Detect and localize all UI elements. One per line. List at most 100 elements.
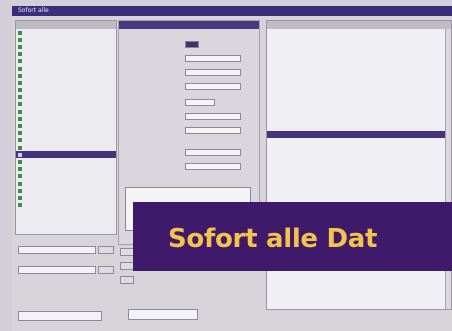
results-row[interactable] <box>267 138 451 145</box>
checkbox-icon[interactable] <box>18 102 22 107</box>
detail-field-3[interactable] <box>185 69 241 76</box>
record-list-item[interactable] <box>16 94 116 101</box>
detail-field-7[interactable] <box>185 127 241 134</box>
checkbox-icon[interactable] <box>18 37 22 42</box>
checkbox-icon[interactable] <box>18 44 22 49</box>
results-row[interactable] <box>267 109 451 116</box>
details-header <box>119 21 259 29</box>
checkbox-icon[interactable] <box>18 73 22 78</box>
results-row[interactable] <box>267 87 451 94</box>
sort-button[interactable] <box>98 266 114 274</box>
checkbox-icon[interactable] <box>18 159 22 164</box>
detail-field-5[interactable] <box>185 99 215 106</box>
filter-button[interactable] <box>98 246 114 254</box>
detail-field-4[interactable] <box>185 83 241 90</box>
checkbox-icon[interactable] <box>18 167 22 172</box>
results-row[interactable] <box>267 124 451 131</box>
record-list-item[interactable] <box>16 101 116 108</box>
record-list-item[interactable] <box>16 72 116 79</box>
action-button-1[interactable] <box>120 248 134 256</box>
record-list-item[interactable] <box>16 144 116 151</box>
results-row[interactable] <box>267 29 451 36</box>
record-list-item[interactable] <box>16 108 116 115</box>
record-list-item[interactable] <box>16 202 116 209</box>
checkbox-icon[interactable] <box>18 145 22 150</box>
record-list-item[interactable] <box>16 43 116 50</box>
action-button-3[interactable] <box>120 276 134 284</box>
checkbox-icon[interactable] <box>18 59 22 64</box>
checkbox-icon[interactable] <box>18 203 22 208</box>
record-list-item[interactable] <box>16 58 116 65</box>
results-row[interactable] <box>267 146 451 153</box>
checkbox-icon[interactable] <box>18 124 22 129</box>
record-list-item[interactable] <box>16 158 116 165</box>
record-list-item[interactable] <box>16 51 116 58</box>
results-row[interactable] <box>267 65 451 72</box>
results-row[interactable] <box>267 160 451 167</box>
checkbox-icon[interactable] <box>18 95 22 100</box>
detail-field-6[interactable] <box>185 113 241 120</box>
checkbox-icon[interactable] <box>18 116 22 121</box>
record-list-item[interactable] <box>16 36 116 43</box>
checkbox-icon[interactable] <box>18 88 22 93</box>
sort-field[interactable] <box>18 266 96 274</box>
results-row[interactable] <box>267 131 451 139</box>
results-row[interactable] <box>267 58 451 65</box>
record-list-item[interactable] <box>16 151 116 159</box>
results-row[interactable] <box>267 73 451 80</box>
record-list-item[interactable] <box>16 137 116 144</box>
search-field[interactable] <box>128 309 198 320</box>
results-row[interactable] <box>267 95 451 102</box>
results-row[interactable] <box>267 190 451 197</box>
checkbox-icon[interactable] <box>18 30 22 35</box>
results-row[interactable] <box>267 153 451 160</box>
status-field[interactable] <box>18 311 102 321</box>
detail-field-1[interactable] <box>185 41 199 48</box>
record-list-item[interactable] <box>16 115 116 122</box>
results-row[interactable] <box>267 80 451 87</box>
record-list-item[interactable] <box>16 180 116 187</box>
results-row[interactable] <box>267 44 451 51</box>
record-list-item[interactable] <box>16 122 116 129</box>
record-list <box>16 29 116 209</box>
filter-field[interactable] <box>18 246 96 254</box>
checkbox-icon[interactable] <box>18 66 22 71</box>
application-window <box>12 16 452 331</box>
action-button-2[interactable] <box>120 262 134 270</box>
results-row[interactable] <box>267 168 451 175</box>
record-list-item[interactable] <box>16 29 116 36</box>
promo-banner-text: Sofort alle Dat <box>168 224 378 254</box>
results-row[interactable] <box>267 182 451 189</box>
checkbox-icon[interactable] <box>18 174 22 179</box>
checkbox-icon[interactable] <box>18 181 22 186</box>
record-list-item[interactable] <box>16 79 116 86</box>
detail-field-8[interactable] <box>185 149 241 156</box>
checkbox-icon[interactable] <box>18 52 22 57</box>
record-list-panel <box>15 20 117 235</box>
record-list-item[interactable] <box>16 65 116 72</box>
checkbox-icon[interactable] <box>18 138 22 143</box>
results-row[interactable] <box>267 175 451 182</box>
record-list-item[interactable] <box>16 130 116 137</box>
checkbox-icon[interactable] <box>18 152 22 157</box>
checkbox-icon[interactable] <box>18 195 22 200</box>
checkbox-icon[interactable] <box>18 80 22 85</box>
checkbox-icon[interactable] <box>18 188 22 193</box>
results-row[interactable] <box>267 277 451 284</box>
record-list-item[interactable] <box>16 173 116 180</box>
detail-field-2[interactable] <box>185 55 241 62</box>
record-list-item[interactable] <box>16 187 116 194</box>
checkbox-icon[interactable] <box>18 109 22 114</box>
results-row[interactable] <box>267 284 451 291</box>
results-row[interactable] <box>267 102 451 109</box>
results-row[interactable] <box>267 117 451 124</box>
record-list-item[interactable] <box>16 87 116 94</box>
results-row[interactable] <box>267 36 451 43</box>
record-list-item[interactable] <box>16 166 116 173</box>
record-list-header <box>16 21 116 29</box>
window-title: Sofort alle <box>18 7 49 14</box>
checkbox-icon[interactable] <box>18 131 22 136</box>
record-list-item[interactable] <box>16 194 116 201</box>
results-row[interactable] <box>267 51 451 58</box>
detail-field-9[interactable] <box>185 163 241 170</box>
